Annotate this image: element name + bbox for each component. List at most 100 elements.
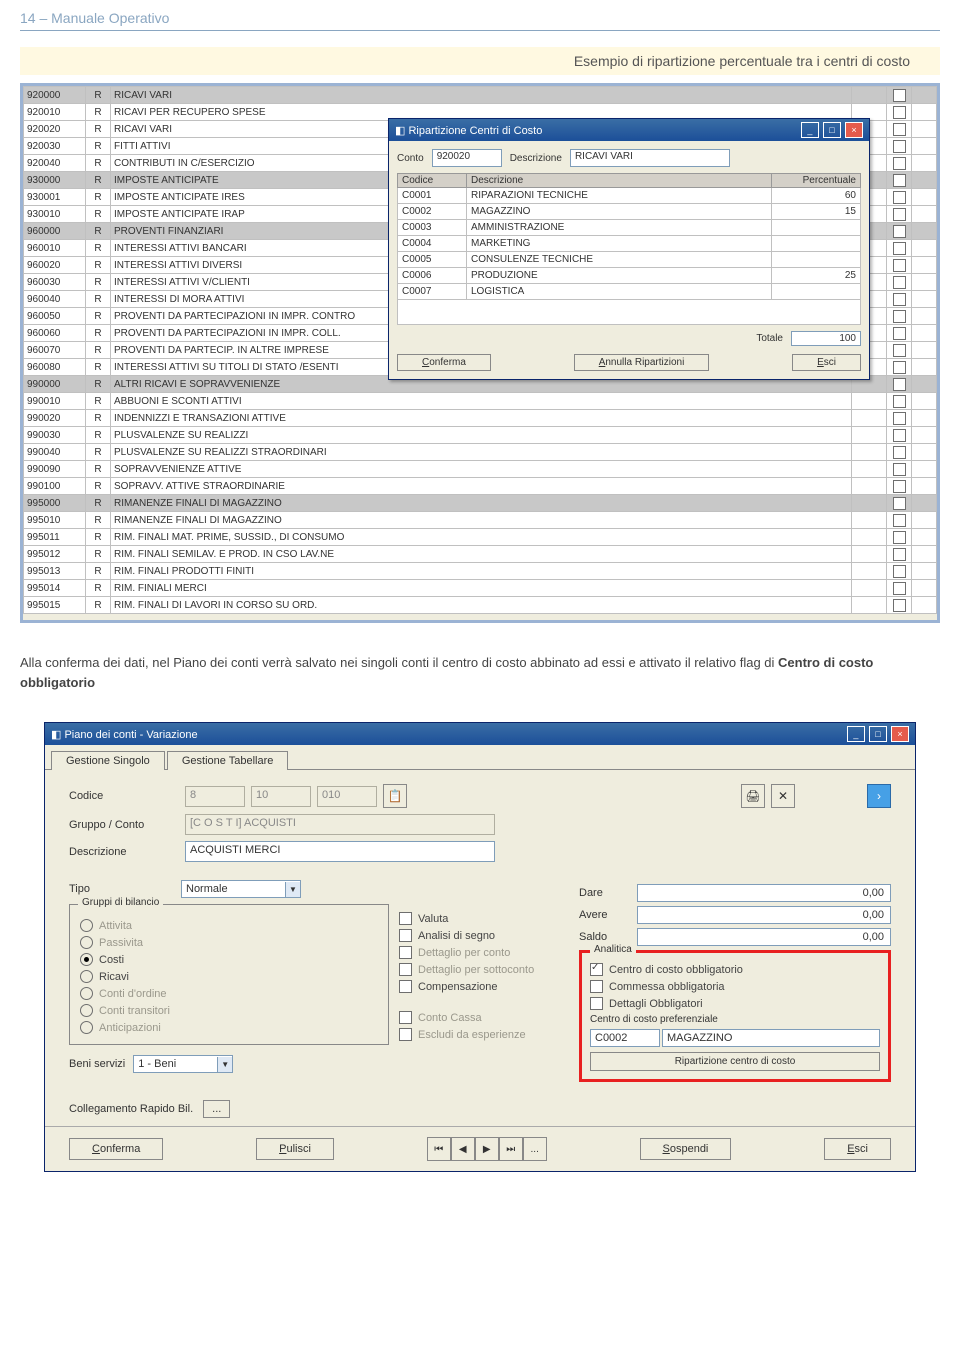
nav-more-icon[interactable]: ... [523,1137,547,1161]
table-row[interactable]: C0004MARKETING [398,236,861,252]
table-row[interactable]: C0003AMMINISTRAZIONE [398,220,861,236]
saldo-label: Saldo [579,931,629,943]
ripart-annulla-button[interactable]: Annulla Ripartizioni [574,354,710,371]
nav-last-icon[interactable]: ⏭ [499,1137,523,1161]
checkbox[interactable] [893,242,906,255]
checkbox[interactable] [893,123,906,136]
checkbox[interactable] [893,395,906,408]
descrizione-label: Descrizione [510,153,562,164]
pc-pulisci-button[interactable]: Pulisci [256,1138,334,1160]
checkbox[interactable] [893,361,906,374]
checkbox[interactable] [893,344,906,357]
table-row[interactable]: C0005CONSULENZE TECNICHE [398,252,861,268]
table-row[interactable]: C0001RIPARAZIONI TECNICHE60 [398,188,861,204]
ripart-conferma-button[interactable]: Conferma [397,354,491,371]
checkbox[interactable] [893,412,906,425]
checkbox[interactable] [893,514,906,527]
table-row[interactable]: 995013RRIM. FINALI PRODOTTI FINITI [24,563,937,580]
app-icon: ◧ [395,125,405,137]
checkbox[interactable] [893,174,906,187]
checkbox[interactable] [893,259,906,272]
beni-dropdown[interactable]: 1 - Beni▼ [133,1055,233,1073]
nav-next-icon[interactable]: ▶ [475,1137,499,1161]
check-conto-cassa: Conto Cassa [399,1011,569,1024]
pc-conferma-button[interactable]: Conferma [69,1138,163,1160]
check-analisi-segno[interactable]: Analisi di segno [399,929,569,942]
table-row[interactable]: 990030RPLUSVALENZE SU REALIZZI [24,427,937,444]
checkbox[interactable] [893,106,906,119]
tab-gestione-tabellare[interactable]: Gestione Tabellare [167,751,289,770]
table-row[interactable]: C0007LOGISTICA [398,284,861,300]
table-row[interactable]: 995012RRIM. FINALI SEMILAV. E PROD. IN C… [24,546,937,563]
check-dettagli-obbligatori[interactable]: Dettagli Obbligatori [590,997,880,1010]
nav-prev-icon[interactable]: ◀ [451,1137,475,1161]
checkbox[interactable] [893,293,906,306]
checkbox[interactable] [893,208,906,221]
check-commessa-obbligatoria[interactable]: Commessa obbligatoria [590,980,880,993]
checkbox[interactable] [893,480,906,493]
copy-icon[interactable]: 📋 [383,784,407,808]
checkbox[interactable] [893,497,906,510]
conto-input[interactable]: 920020 [432,149,502,167]
checkbox[interactable] [893,89,906,102]
codice1-input: 8 [185,786,245,807]
descrizione-input[interactable]: ACQUISTI MERCI [185,841,495,862]
maximize-icon[interactable]: □ [869,726,887,742]
next-icon[interactable]: › [867,784,891,808]
table-row[interactable]: 995014RRIM. FINIALI MERCI [24,580,937,597]
table-row[interactable]: 990010RABBUONI E SCONTI ATTIVI [24,393,937,410]
pc-sospendi-button[interactable]: Sospendi [640,1138,732,1160]
maximize-icon[interactable]: □ [823,122,841,138]
check-cdc-obbligatorio[interactable]: Centro di costo obbligatorio [590,963,880,976]
checkbox[interactable] [893,225,906,238]
checkbox[interactable] [893,463,906,476]
table-row[interactable]: 995000RRIMANENZE FINALI DI MAGAZZINO [24,495,937,512]
ripartizione-cdc-button[interactable]: Ripartizione centro di costo [590,1052,880,1071]
checkbox[interactable] [893,531,906,544]
checkbox[interactable] [893,140,906,153]
minimize-icon[interactable]: _ [847,726,865,742]
checkbox[interactable] [893,191,906,204]
table-row[interactable]: 995011RRIM. FINALI MAT. PRIME, SUSSID., … [24,529,937,546]
table-row[interactable]: 920000RRICAVI VARI [24,87,937,104]
table-row[interactable]: 995015RRIM. FINALI DI LAVORI IN CORSO SU… [24,597,937,614]
collegamento-button[interactable]: ... [203,1100,230,1118]
checkbox[interactable] [893,157,906,170]
tab-gestione-singolo[interactable]: Gestione Singolo [51,751,165,770]
check-valuta[interactable]: Valuta [399,912,569,925]
table-row[interactable]: 995010RRIMANENZE FINALI DI MAGAZZINO [24,512,937,529]
nav-first-icon[interactable]: ⏮ [427,1137,451,1161]
delete-icon[interactable]: ✕ [771,784,795,808]
descrizione-input[interactable]: RICAVI VARI [570,149,730,167]
checkbox[interactable] [893,310,906,323]
checkbox[interactable] [893,582,906,595]
table-row[interactable]: 990090RSOPRAVVENIENZE ATTIVE [24,461,937,478]
check-dettaglio-conto: Dettaglio per conto [399,946,569,959]
close-icon[interactable]: × [891,726,909,742]
cdc-pref-label: Centro di costo preferenziale [590,1014,880,1025]
close-icon[interactable]: × [845,122,863,138]
table-row[interactable]: 990040RPLUSVALENZE SU REALIZZI STRAORDIN… [24,444,937,461]
checkbox[interactable] [893,599,906,612]
check-compensazione[interactable]: Compensazione [399,980,569,993]
cdc-pref-desc-input[interactable]: MAGAZZINO [662,1029,880,1047]
checkbox[interactable] [893,276,906,289]
checkbox[interactable] [893,378,906,391]
checkbox[interactable] [893,446,906,459]
checkbox[interactable] [893,429,906,442]
table-row[interactable]: 990020RINDENNIZZI E TRANSAZIONI ATTIVE [24,410,937,427]
minimize-icon[interactable]: _ [801,122,819,138]
radio-ricavi[interactable]: Ricavi [80,970,378,983]
table-row[interactable]: C0002MAGAZZINO15 [398,204,861,220]
table-row[interactable]: 990100RSOPRAVV. ATTIVE STRAORDINARIE [24,478,937,495]
tipo-dropdown[interactable]: Normale▼ [181,880,301,898]
pc-esci-button[interactable]: Esci [824,1138,891,1160]
radio-costi[interactable]: Costi [80,953,378,966]
checkbox[interactable] [893,327,906,340]
checkbox[interactable] [893,565,906,578]
table-row[interactable]: C0006PRODUZIONE25 [398,268,861,284]
ripart-esci-button[interactable]: Esci [792,354,861,371]
checkbox[interactable] [893,548,906,561]
print-icon[interactable]: 🖨 [741,784,765,808]
cdc-pref-code-input[interactable]: C0002 [590,1029,660,1047]
